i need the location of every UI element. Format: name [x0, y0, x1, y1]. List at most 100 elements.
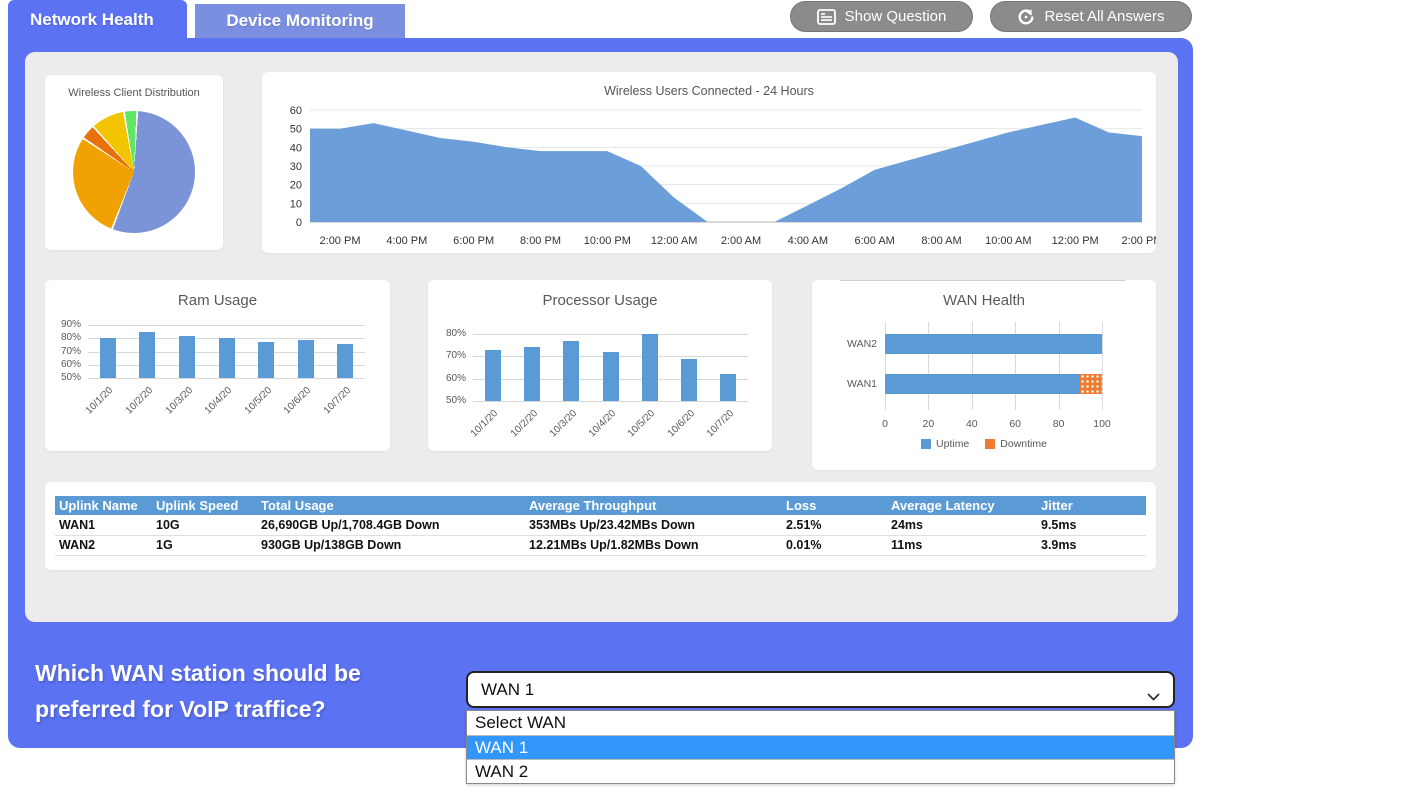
wan-select-value: WAN 1 — [481, 680, 534, 700]
x-axis-label: 0 — [882, 418, 888, 430]
table-header-cell: Uplink Speed — [152, 496, 257, 515]
svg-text:2:00 AM: 2:00 AM — [721, 235, 761, 247]
tab-network-health[interactable]: Network Health — [8, 0, 187, 38]
reset-label: Reset All Answers — [1044, 8, 1164, 25]
cpu-chart: 80%70%60%50%10/1/2010/2/2010/3/2010/4/20… — [428, 280, 772, 451]
x-axis-label: 10/4/20 — [587, 408, 618, 439]
bar — [179, 336, 195, 378]
legend-item: Downtime — [985, 438, 1047, 450]
table-cell: 1G — [152, 535, 257, 555]
svg-text:6:00 AM: 6:00 AM — [854, 235, 894, 247]
svg-text:10:00 AM: 10:00 AM — [985, 235, 1031, 247]
bar — [337, 344, 353, 379]
y-axis-label: 80% — [61, 332, 81, 343]
y-axis-label: WAN2 — [847, 338, 877, 350]
area-chart-card: Wireless Users Connected - 24 Hours 0102… — [262, 72, 1156, 253]
svg-text:2:00 PM: 2:00 PM — [320, 235, 361, 247]
table-row: WAN110G26,690GB Up/1,708.4GB Down353MBs … — [55, 515, 1146, 535]
pie-chart-card: Wireless Client Distribution — [45, 75, 223, 250]
table-header-cell: Loss — [782, 496, 887, 515]
reset-all-answers-button[interactable]: Reset All Answers — [990, 1, 1192, 32]
wan-select-options: Select WANWAN 1WAN 2 — [466, 710, 1175, 784]
pie-chart — [73, 111, 195, 233]
table-cell: WAN2 — [55, 535, 152, 555]
question-line-2: preferred for VoIP traffice? — [35, 691, 361, 727]
x-axis-label: 10/4/20 — [203, 385, 234, 416]
x-axis-label: 10/6/20 — [666, 408, 697, 439]
bar — [563, 341, 579, 401]
x-axis-label: 10/1/20 — [84, 385, 115, 416]
gridline — [473, 334, 748, 335]
show-question-label: Show Question — [845, 8, 947, 25]
table-cell: WAN1 — [55, 515, 152, 535]
downtime-swatch — [985, 439, 995, 449]
x-axis-label: 10/2/20 — [124, 385, 155, 416]
gridline — [88, 378, 365, 379]
y-axis-label: 70% — [61, 346, 81, 357]
uplink-table: Uplink NameUplink SpeedTotal UsageAverag… — [55, 496, 1146, 556]
table-header-cell: Uplink Name — [55, 496, 152, 515]
x-axis-label: 60 — [1009, 418, 1021, 430]
wan-select[interactable]: WAN 1 — [466, 671, 1175, 708]
svg-text:10: 10 — [290, 198, 302, 210]
table-row: WAN21G930GB Up/138GB Down12.21MBs Up/1.8… — [55, 535, 1146, 555]
bar — [139, 332, 155, 378]
legend-label: Downtime — [1000, 438, 1047, 450]
reset-icon — [1017, 8, 1035, 26]
downtime-bar — [1080, 374, 1102, 394]
svg-text:8:00 PM: 8:00 PM — [520, 235, 561, 247]
x-axis-label: 10/1/20 — [469, 408, 500, 439]
x-axis-label: 80 — [1053, 418, 1065, 430]
show-question-button[interactable]: Show Question — [790, 1, 973, 32]
svg-text:6:00 PM: 6:00 PM — [453, 235, 494, 247]
dropdown-option[interactable]: WAN 1 — [467, 735, 1174, 759]
table-cell: 9.5ms — [1037, 515, 1146, 535]
table-cell: 3.9ms — [1037, 535, 1146, 555]
ram-usage-card: Ram Usage 90%80%70%60%50%10/1/2010/2/201… — [45, 280, 390, 451]
dropdown-option[interactable]: WAN 2 — [467, 759, 1174, 783]
y-axis-label: 90% — [61, 319, 81, 330]
y-axis-label: 70% — [446, 350, 466, 361]
y-axis-label: 50% — [446, 395, 466, 406]
svg-text:20: 20 — [290, 180, 302, 192]
x-axis-label: 10/7/20 — [322, 385, 353, 416]
tab-device-monitoring[interactable]: Device Monitoring — [193, 2, 407, 38]
svg-text:12:00 AM: 12:00 AM — [651, 235, 697, 247]
wan-health-chart: 020406080100WAN2WAN1UptimeDowntime — [812, 280, 1156, 470]
x-axis-label: 10/3/20 — [163, 385, 194, 416]
processor-usage-card: Processor Usage 80%70%60%50%10/1/2010/2/… — [428, 280, 772, 451]
dashboard-page: Network Health Device Monitoring Show Qu… — [0, 0, 1415, 792]
svg-text:8:00 AM: 8:00 AM — [921, 235, 961, 247]
y-axis-label: 60% — [446, 373, 466, 384]
dropdown-option[interactable]: Select WAN — [467, 711, 1174, 735]
chart-legend: Uptime Downtime — [812, 438, 1156, 450]
svg-text:10:00 PM: 10:00 PM — [584, 235, 631, 247]
charts-panel: Wireless Client Distribution Wireless Us… — [25, 52, 1178, 622]
bar — [298, 340, 314, 378]
table-cell: 12.21MBs Up/1.82MBs Down — [525, 535, 782, 555]
x-axis-label: 20 — [923, 418, 935, 430]
x-axis-label: 100 — [1093, 418, 1111, 430]
x-axis-label: 10/2/20 — [508, 408, 539, 439]
svg-text:12:00 PM: 12:00 PM — [1052, 235, 1099, 247]
x-axis-label: 10/5/20 — [626, 408, 657, 439]
ram-chart: 90%80%70%60%50%10/1/2010/2/2010/3/2010/4… — [45, 280, 390, 451]
bar — [258, 342, 274, 378]
gridline — [88, 325, 365, 326]
pie-chart-title: Wireless Client Distribution — [45, 87, 223, 99]
table-cell: 26,690GB Up/1,708.4GB Down — [257, 515, 525, 535]
legend-label: Uptime — [936, 438, 969, 450]
chevron-down-icon — [1147, 686, 1160, 706]
bar — [485, 350, 501, 401]
table-header-row: Uplink NameUplink SpeedTotal UsageAverag… — [55, 496, 1146, 515]
uplink-table-card: Uplink NameUplink SpeedTotal UsageAverag… — [45, 482, 1156, 570]
table-cell: 2.51% — [782, 515, 887, 535]
bar — [100, 338, 116, 378]
table-cell: 930GB Up/138GB Down — [257, 535, 525, 555]
table-cell: 0.01% — [782, 535, 887, 555]
y-axis-label: 80% — [446, 328, 466, 339]
svg-text:40: 40 — [290, 142, 302, 154]
table-header-cell: Jitter — [1037, 496, 1146, 515]
svg-text:4:00 AM: 4:00 AM — [788, 235, 828, 247]
svg-text:0: 0 — [296, 217, 302, 229]
